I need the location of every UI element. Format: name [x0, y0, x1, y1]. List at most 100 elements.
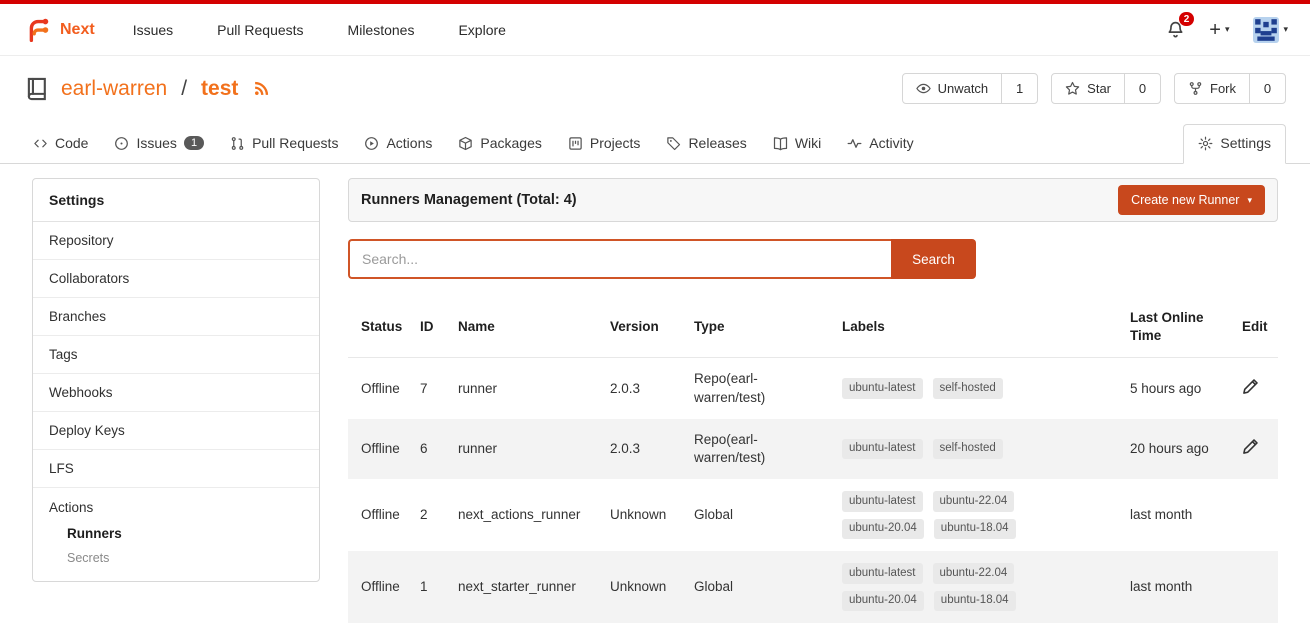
runner-id: 6: [412, 419, 450, 479]
navbar-links: Issues Pull Requests Milestones Explore: [133, 22, 506, 38]
settings-sidebar: Settings RepositoryCollaboratorsBranches…: [32, 178, 320, 582]
sidebar-item-repository[interactable]: Repository: [33, 222, 319, 260]
tab-wiki[interactable]: Wiki: [764, 125, 830, 163]
label-pill: self-hosted: [933, 378, 1003, 399]
label-pill: ubuntu-18.04: [934, 591, 1016, 612]
runner-labels: ubuntu-latest self-hosted: [834, 419, 1122, 479]
code-icon: [33, 136, 48, 151]
home-link[interactable]: Next: [22, 15, 95, 45]
star-button[interactable]: Star: [1052, 74, 1124, 103]
chevron-down-icon: ▾: [1225, 24, 1230, 35]
create-menu-button[interactable]: + ▾: [1209, 20, 1229, 40]
star-count[interactable]: 0: [1124, 74, 1160, 103]
star-button-group: Star 0: [1051, 73, 1161, 104]
tab-label: Actions: [386, 135, 432, 151]
fork-count[interactable]: 0: [1249, 74, 1285, 103]
tab-label: Pull Requests: [252, 135, 338, 151]
tab-actions[interactable]: Actions: [355, 125, 441, 163]
main-content: Settings RepositoryCollaboratorsBranches…: [0, 164, 1310, 623]
repo-owner-link[interactable]: earl-warren: [61, 77, 167, 101]
tab-issues[interactable]: Issues1: [105, 125, 213, 163]
runner-last-online: last month: [1122, 551, 1234, 623]
navbar-link-milestones[interactable]: Milestones: [348, 22, 415, 38]
runner-status: Offline: [348, 479, 412, 551]
tab-count-badge: 1: [184, 136, 204, 150]
repo-name-link[interactable]: test: [201, 77, 238, 101]
gear-icon: [1198, 136, 1213, 151]
create-runner-label: Create new Runner: [1131, 193, 1239, 207]
fork-button-group: Fork 0: [1174, 73, 1286, 104]
column-header-name: Name: [450, 297, 602, 358]
eye-icon: [916, 81, 931, 96]
label-pill: ubuntu-latest: [842, 439, 923, 460]
tab-pull-requests[interactable]: Pull Requests: [221, 125, 347, 163]
star-label: Star: [1087, 81, 1111, 96]
fork-label: Fork: [1210, 81, 1236, 96]
runner-status: Offline: [348, 419, 412, 479]
tab-packages[interactable]: Packages: [449, 125, 550, 163]
sidebar-item-tags[interactable]: Tags: [33, 336, 319, 374]
runner-edit-cell: [1234, 551, 1278, 623]
runner-row: Offline2next_actions_runnerUnknownGlobal…: [348, 479, 1278, 551]
search-button[interactable]: Search: [891, 239, 976, 279]
label-pill: self-hosted: [933, 439, 1003, 460]
runner-last-online: 5 hours ago: [1122, 358, 1234, 419]
repo-tab-bar: CodeIssues1 Pull Requests Actions PackagesP…: [0, 114, 1310, 164]
rss-feed-icon[interactable]: [249, 80, 270, 97]
sidebar-item-runners[interactable]: Runners: [67, 526, 303, 541]
tab-projects[interactable]: Projects: [559, 125, 650, 163]
runner-last-online: last month: [1122, 479, 1234, 551]
sidebar-item-deploy-keys[interactable]: Deploy Keys: [33, 412, 319, 450]
notification-badge: 2: [1179, 12, 1195, 26]
sidebar-item-lfs[interactable]: LFS: [33, 450, 319, 488]
unwatch-count[interactable]: 1: [1001, 74, 1037, 103]
runners-table: StatusIDNameVersionTypeLabelsLast Online…: [348, 297, 1278, 623]
tab-bar-left: CodeIssues1 Pull Requests Actions PackagesP…: [24, 125, 923, 163]
label-pill: ubuntu-22.04: [933, 491, 1015, 512]
runner-type: Global: [686, 551, 834, 623]
unwatch-button[interactable]: Unwatch: [903, 74, 1002, 103]
sidebar-item-collaborators[interactable]: Collaborators: [33, 260, 319, 298]
sidebar-items: RepositoryCollaboratorsBranchesTagsWebho…: [33, 222, 319, 488]
search-input[interactable]: [348, 239, 891, 279]
plus-icon: +: [1209, 20, 1221, 40]
navbar-link-pull-requests[interactable]: Pull Requests: [217, 22, 303, 38]
notifications-button[interactable]: 2: [1166, 20, 1185, 39]
runner-id: 7: [412, 358, 450, 419]
create-runner-button[interactable]: Create new Runner ▾: [1118, 185, 1265, 215]
repo-header: earl-warren / test Unwatch1Star0Fork0: [0, 56, 1310, 114]
pull-request-icon: [230, 136, 245, 151]
runner-id: 1: [412, 551, 450, 623]
label-pill: ubuntu-latest: [842, 378, 923, 399]
fork-button[interactable]: Fork: [1175, 74, 1249, 103]
tab-settings[interactable]: Settings: [1183, 124, 1286, 164]
runner-type: Repo(earl-warren/test): [686, 358, 834, 419]
sidebar-item-secrets[interactable]: Secrets: [67, 551, 303, 565]
tab-releases[interactable]: Releases: [657, 125, 755, 163]
edit-pencil-icon[interactable]: [1242, 378, 1259, 395]
runner-last-online: 20 hours ago: [1122, 419, 1234, 479]
sidebar-actions-group: Actions Runners Secrets: [33, 488, 319, 581]
navbar-link-issues[interactable]: Issues: [133, 22, 173, 38]
tab-code[interactable]: Code: [24, 125, 97, 163]
label-pill: ubuntu-18.04: [934, 519, 1016, 540]
edit-pencil-icon[interactable]: [1242, 438, 1259, 455]
runner-row: Offline1next_starter_runnerUnknownGlobal…: [348, 551, 1278, 623]
navbar-link-explore[interactable]: Explore: [458, 22, 505, 38]
column-header-labels: Labels: [834, 297, 1122, 358]
tab-settings-label: Settings: [1220, 135, 1271, 151]
brand-name: Next: [60, 21, 95, 39]
navbar: Next Issues Pull Requests Milestones Explor…: [0, 4, 1310, 56]
repo-actions: Unwatch1 Star 0 Fork 0: [902, 73, 1286, 104]
sidebar-item-webhooks[interactable]: Webhooks: [33, 374, 319, 412]
runner-search: Search: [348, 239, 976, 279]
tab-activity[interactable]: Activity: [838, 125, 922, 163]
runners-table-body: Offline7runner2.0.3Repo(earl-warren/test…: [348, 358, 1278, 623]
sidebar-item-actions[interactable]: Actions: [49, 500, 303, 515]
user-menu-button[interactable]: ▾: [1253, 17, 1288, 43]
unwatch-button-group: Unwatch1: [902, 73, 1039, 104]
runner-edit-cell: [1234, 358, 1278, 419]
package-icon: [458, 136, 473, 151]
column-header-edit: Edit: [1234, 297, 1278, 358]
sidebar-item-branches[interactable]: Branches: [33, 298, 319, 336]
